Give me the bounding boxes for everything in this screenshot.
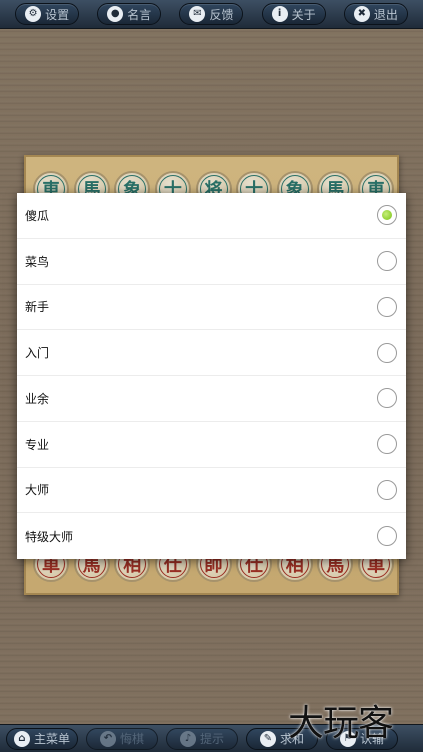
radio-icon[interactable]: [377, 342, 397, 363]
close-icon: ✖: [353, 6, 370, 22]
option-label: 专业: [25, 437, 50, 452]
envelope-icon: ✉: [189, 6, 206, 22]
radio-icon[interactable]: [377, 434, 397, 455]
undo-icon: ↶: [99, 730, 116, 747]
option-label: 业余: [25, 391, 50, 406]
speech-bubble-icon: ●: [107, 6, 124, 22]
feedback-button[interactable]: ✉ 反馈: [179, 3, 244, 25]
radio-icon[interactable]: [377, 526, 397, 547]
settings-label: 设置: [45, 7, 70, 22]
option-label: 傻瓜: [25, 208, 50, 223]
option-label: 菜鸟: [25, 254, 50, 269]
undo-button[interactable]: ↶ 悔棋: [86, 727, 158, 750]
main-menu-label: 主菜单: [33, 732, 70, 746]
option-label: 大师: [25, 483, 50, 498]
gear-icon: ⚙: [25, 6, 42, 22]
radio-icon[interactable]: [377, 251, 397, 272]
difficulty-option[interactable]: 业余: [17, 376, 406, 422]
exit-label: 退出: [373, 7, 398, 22]
watermark-logo: 大玩客: [288, 703, 394, 744]
feedback-label: 反馈: [209, 7, 234, 22]
difficulty-option[interactable]: 入门: [17, 330, 406, 376]
radio-icon[interactable]: [377, 296, 397, 317]
difficulty-option[interactable]: 专业: [17, 422, 406, 468]
difficulty-option[interactable]: 特级大师: [17, 513, 406, 559]
radio-dot-icon: [382, 210, 392, 221]
pencil-icon: ✎: [259, 730, 276, 747]
about-button[interactable]: i 关于: [261, 3, 326, 25]
hint-button[interactable]: ♪ 提示: [166, 727, 238, 750]
bell-icon: ♪: [179, 730, 196, 747]
difficulty-option[interactable]: 新手: [17, 285, 406, 331]
radio-selected-icon[interactable]: [377, 205, 397, 226]
option-label: 特级大师: [25, 529, 74, 544]
main-menu-button[interactable]: ⌂ 主菜单: [6, 727, 78, 750]
difficulty-option[interactable]: 菜鸟: [17, 239, 406, 285]
hint-label: 提示: [199, 732, 224, 746]
info-icon: i: [271, 6, 288, 22]
exit-button[interactable]: ✖ 退出: [343, 3, 408, 25]
radio-icon[interactable]: [377, 479, 397, 500]
settings-button[interactable]: ⚙ 设置: [15, 3, 80, 25]
home-icon: ⌂: [13, 730, 30, 747]
difficulty-option[interactable]: 大师: [17, 468, 406, 514]
about-label: 关于: [291, 7, 316, 22]
option-label: 入门: [25, 346, 50, 361]
quotes-label: 名言: [127, 7, 152, 22]
option-label: 新手: [25, 300, 50, 315]
difficulty-option[interactable]: 傻瓜: [17, 193, 406, 239]
radio-icon[interactable]: [377, 388, 397, 409]
difficulty-dialog: 傻瓜 菜鸟 新手 入门 业余 专业 大师 特级大师: [17, 193, 406, 559]
undo-label: 悔棋: [119, 732, 144, 746]
quotes-button[interactable]: ● 名言: [97, 3, 162, 25]
top-toolbar: ⚙ 设置 ● 名言 ✉ 反馈 i 关于 ✖ 退出: [0, 0, 423, 29]
